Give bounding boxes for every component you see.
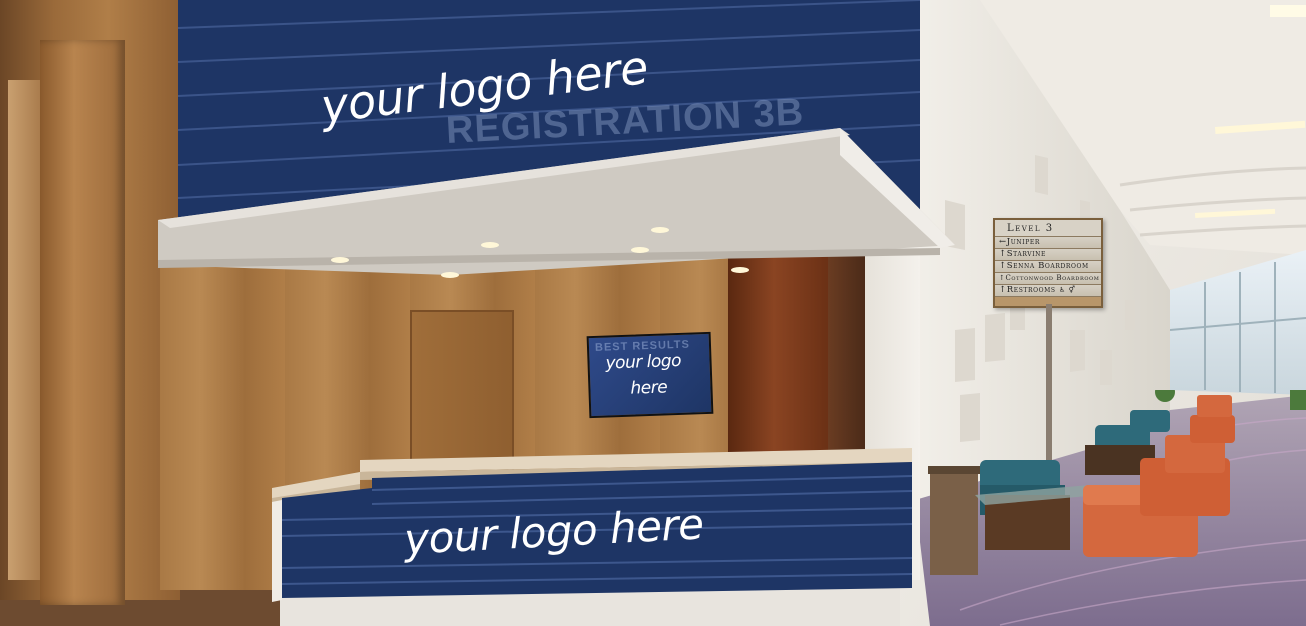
desk-canopy	[158, 128, 955, 278]
sign-row-juniper: ←Juniper	[995, 237, 1101, 249]
sign-row-restrooms: ↑Restrooms ♿︎ ⚥	[995, 285, 1101, 297]
sign-row-cottonwood-boardroom: ↑Cottonwood Boardroom	[995, 273, 1101, 285]
wayfinding-sign: Level 3 ←Juniper ↑Starvine ↑Senna Boardr…	[993, 218, 1103, 308]
tv-logo-line2: here	[630, 377, 668, 399]
lobby-scene: REGISTRATION 3B your logo here BEST RESU…	[0, 0, 1306, 626]
restroom-icon: ♿︎ ⚥	[1058, 286, 1076, 294]
sign-title: Level 3	[995, 220, 1101, 237]
lounge-furniture	[928, 390, 1306, 575]
wood-pillar-left	[40, 40, 125, 605]
tv-screen: BEST RESULTS your logo here	[586, 331, 714, 419]
sign-row-starvine: ↑Starvine	[995, 249, 1101, 261]
doorway-left	[8, 80, 43, 580]
tv-logo-line1: your logo	[605, 350, 682, 374]
sign-row-senna-boardroom: ↑Senna Boardroom	[995, 261, 1101, 273]
